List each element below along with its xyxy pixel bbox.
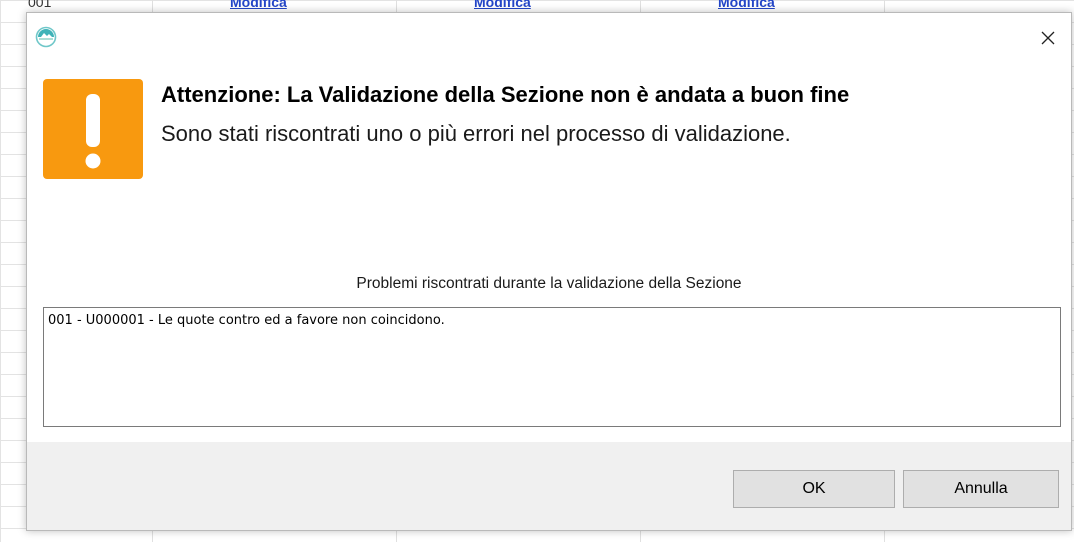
dialog-subtitle: Sono stati riscontrati uno o più errori …: [161, 121, 791, 146]
problems-label: Problemi riscontrati durante la validazi…: [356, 275, 742, 292]
problems-list[interactable]: 001 - U000001 - Le quote contro ed a fav…: [43, 307, 1061, 427]
validation-error-dialog: Attenzione: La Validazione della Sezione…: [26, 12, 1072, 531]
app-logo-icon: [35, 26, 57, 48]
ok-button[interactable]: OK: [733, 470, 895, 508]
close-icon: [1040, 30, 1056, 51]
dialog-footer: OK Annulla: [27, 442, 1071, 530]
cancel-button[interactable]: Annulla: [903, 470, 1059, 508]
background-link-modifica[interactable]: Modifica: [474, 0, 564, 10]
background-link-modifica[interactable]: Modifica: [718, 0, 808, 10]
background-link-modifica[interactable]: Modifica: [230, 0, 320, 10]
list-item[interactable]: 001 - U000001 - Le quote contro ed a fav…: [48, 313, 1056, 328]
dialog-title: Attenzione: La Validazione della Sezione…: [161, 82, 850, 107]
background-row-number: 001: [28, 0, 52, 10]
close-button[interactable]: [1025, 25, 1071, 55]
exclamation-warning-icon: [43, 79, 143, 179]
